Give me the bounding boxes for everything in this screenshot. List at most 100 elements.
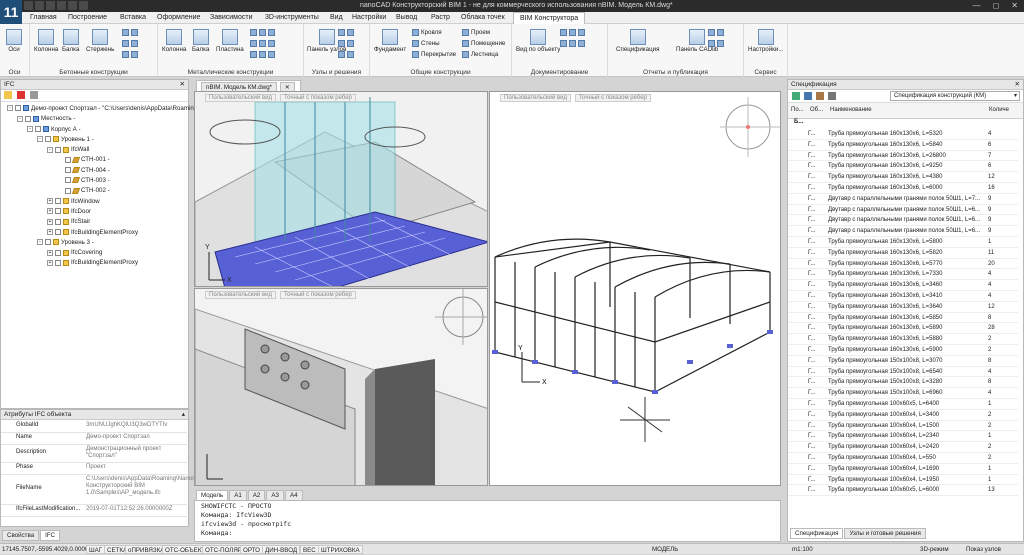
spec-row[interactable]: Г... Труба прямоугольная 100х60х5, L=6000… [788,485,1018,497]
node-tool-3[interactable] [338,50,356,59]
tree-node[interactable]: - IfcWall [7,145,188,155]
spec-row[interactable]: Г... Труба прямоугольная 160х130х6, L=600… [788,183,1018,194]
close-file-icon[interactable] [17,91,26,99]
tab-format[interactable]: Оформление [157,14,200,21]
tree-node[interactable]: + IfcDoor [7,207,188,217]
attr-row[interactable]: IfcFileLastModification... 2019-07-01T12:… [1,505,187,517]
spec-row[interactable]: Г... Двутавр с параллельными гранями поло… [788,226,1018,237]
app-logo[interactable]: 11 [0,0,22,24]
spec-row[interactable]: Г... Двутавр с параллельными гранями поло… [788,194,1018,205]
spec-row[interactable]: Г... Труба прямоугольная 100х60х4, L=2420… [788,442,1018,453]
foundation-button[interactable]: Фундамент [374,29,406,53]
view-by-object-button[interactable]: Вид по объекту [516,29,560,53]
spec-row[interactable]: Г... Труба прямоугольная 160х130х6, L=364… [788,302,1018,313]
collapse-icon[interactable]: ▴ [182,410,185,418]
tab-settings[interactable]: Настройки [352,14,386,21]
spec-row[interactable]: Г... Труба прямоугольная 100х60х4, L=3400… [788,410,1018,421]
axes-button[interactable]: Оси [6,29,22,53]
metal-tool-3[interactable] [250,50,277,59]
spec-row[interactable]: Г... Труба прямоугольная 160х130х6, L=589… [788,323,1018,335]
tab-point-clouds[interactable]: Облака точек [461,14,505,21]
osnap-toggle[interactable]: оПРИВЯЗКА [125,545,168,554]
attr-row[interactable]: Description Демонстрационный проект "Спор… [1,445,187,463]
close-icon[interactable]: ✕ [180,80,185,88]
ortho-toggle[interactable]: ОРТО [240,545,263,554]
folder-open-icon[interactable] [4,91,12,99]
settings-icon[interactable] [828,92,836,100]
tree-node[interactable]: - Местность - [7,114,188,124]
polar-toggle[interactable]: ОТС-ПОЛЯР [202,545,245,554]
walls-button[interactable]: Стены [412,39,440,48]
open-file-icon[interactable] [35,1,44,10]
spec-row[interactable]: Г... Труба прямоугольная 160х130х6, L=590… [788,345,1018,356]
maximize-icon[interactable]: ◻ [993,1,1000,10]
tab-output[interactable]: Вывод [396,14,417,21]
minimize-icon[interactable]: — [973,1,981,10]
export-icon[interactable] [816,92,824,100]
specification-button[interactable]: Спецификация [616,29,659,53]
spec-row[interactable]: Г... Труба прямоугольная 160х130х6, L=733… [788,269,1018,281]
spec-row[interactable]: Г... Труба прямоугольная 160х130х6, L=346… [788,280,1018,291]
spec-row[interactable]: Г... Труба прямоугольная 160х130х6, L=341… [788,291,1018,302]
tab-properties[interactable]: Свойства [2,530,40,541]
tree-node[interactable]: СТН-004 - [7,166,188,176]
spec-type-select[interactable]: Спецификация конструкций (КМ) ▾ [890,91,1020,101]
spec-row[interactable]: Г... Труба прямоугольная 160х130х6, L=577… [788,259,1018,270]
tab-constraints[interactable]: Зависимости [210,14,252,21]
roof-button[interactable]: Кровля [412,28,442,37]
spec-row[interactable]: Г... Труба прямоугольная 100х60х4, L=1500… [788,421,1018,432]
redo-icon[interactable] [68,1,77,10]
tab-main[interactable]: Главная [30,14,57,21]
spec-row[interactable]: Г... Труба прямоугольная 160х130х6, L=588… [788,334,1018,345]
spec-row[interactable]: Г... Труба прямоугольная 150х100х8, L=696… [788,388,1018,399]
tab-ifc[interactable]: IFC [40,530,61,541]
viewport-bottom-left[interactable]: Пользовательский вид Точный с показом реб… [194,288,488,486]
model-space-label[interactable]: МОДЕЛЬ [650,545,680,554]
spec-row[interactable]: Г... Труба прямоугольная 160х130х6, L=438… [788,172,1018,183]
spec-row[interactable]: Г... Труба прямоугольная 100х60х4, L=2340… [788,431,1018,443]
attr-row[interactable]: GlobalId 3mUNUJghKQlU3Q3wDTYTIv [1,421,187,433]
concrete-tool-3[interactable] [122,50,140,59]
close-icon[interactable]: ✕ [1015,80,1020,88]
tree-node[interactable]: - Уровень 3 - [7,238,188,248]
close-icon[interactable]: ✕ [1011,1,1018,10]
node-tool-1[interactable] [338,28,356,37]
tree-node[interactable]: СТН-001 - [7,155,188,165]
refresh-icon[interactable] [792,92,800,100]
spec-row[interactable]: Г... Труба прямоугольная 100х60х4, L=550 2 [788,453,1018,464]
node-tool-2[interactable] [338,39,356,48]
tree-node[interactable]: + IfcBuildingElementProxy [7,258,188,268]
metal-tool-2[interactable] [250,39,277,48]
viewport-3d-frame[interactable]: Пользовательский вид Точный с показом реб… [489,91,781,486]
concrete-beam-button[interactable]: Балка [62,29,79,53]
scale-selector[interactable]: m1:100 [790,545,815,554]
concrete-column-button[interactable]: Колонна [34,29,58,53]
save-icon[interactable] [46,1,55,10]
lineweight-toggle[interactable]: ВЕС [300,545,319,554]
tree-node[interactable]: + IfcBuildingElementProxy [7,228,188,238]
undo-icon[interactable] [57,1,66,10]
attr-row[interactable]: Phase Проект [1,463,187,475]
metal-column-button[interactable]: Колонна [162,29,186,53]
doc-tool-1[interactable] [560,28,587,37]
rebar-button[interactable]: Стержень [86,29,114,53]
tab-view[interactable]: Вид [330,14,343,21]
spec-row[interactable]: Г... Труба прямоугольная 160х130х6, L=582… [788,248,1018,259]
opening-button[interactable]: Проем [462,28,490,37]
new-file-icon[interactable] [24,1,33,10]
table-icon[interactable] [804,92,812,100]
stairs-button[interactable]: Лестница [462,50,498,59]
dyn-input-toggle[interactable]: ДИН-ВВОД [262,545,301,554]
tab-3d-tools[interactable]: 3D-инструменты [265,14,319,21]
snap-toggle[interactable]: ШАГ [86,545,106,554]
concrete-tool-1[interactable] [122,28,140,37]
tree-node[interactable]: + IfcStair [7,217,188,227]
spec-row[interactable]: Г... Труба прямоугольная 150х100х8, L=328… [788,377,1018,389]
properties-icon[interactable] [30,91,39,99]
spec-row[interactable]: Г... Труба прямоугольная 100х60х4, L=1690… [788,464,1018,475]
spec-row[interactable]: Г... Труба прямоугольная 150х100х8, L=307… [788,356,1018,367]
spec-group-row[interactable]: Б... [788,119,1023,129]
room-button[interactable]: Помещение [462,39,505,48]
doc-tool-2[interactable] [560,39,587,48]
tree-node[interactable]: СТН-003 - [7,176,188,186]
